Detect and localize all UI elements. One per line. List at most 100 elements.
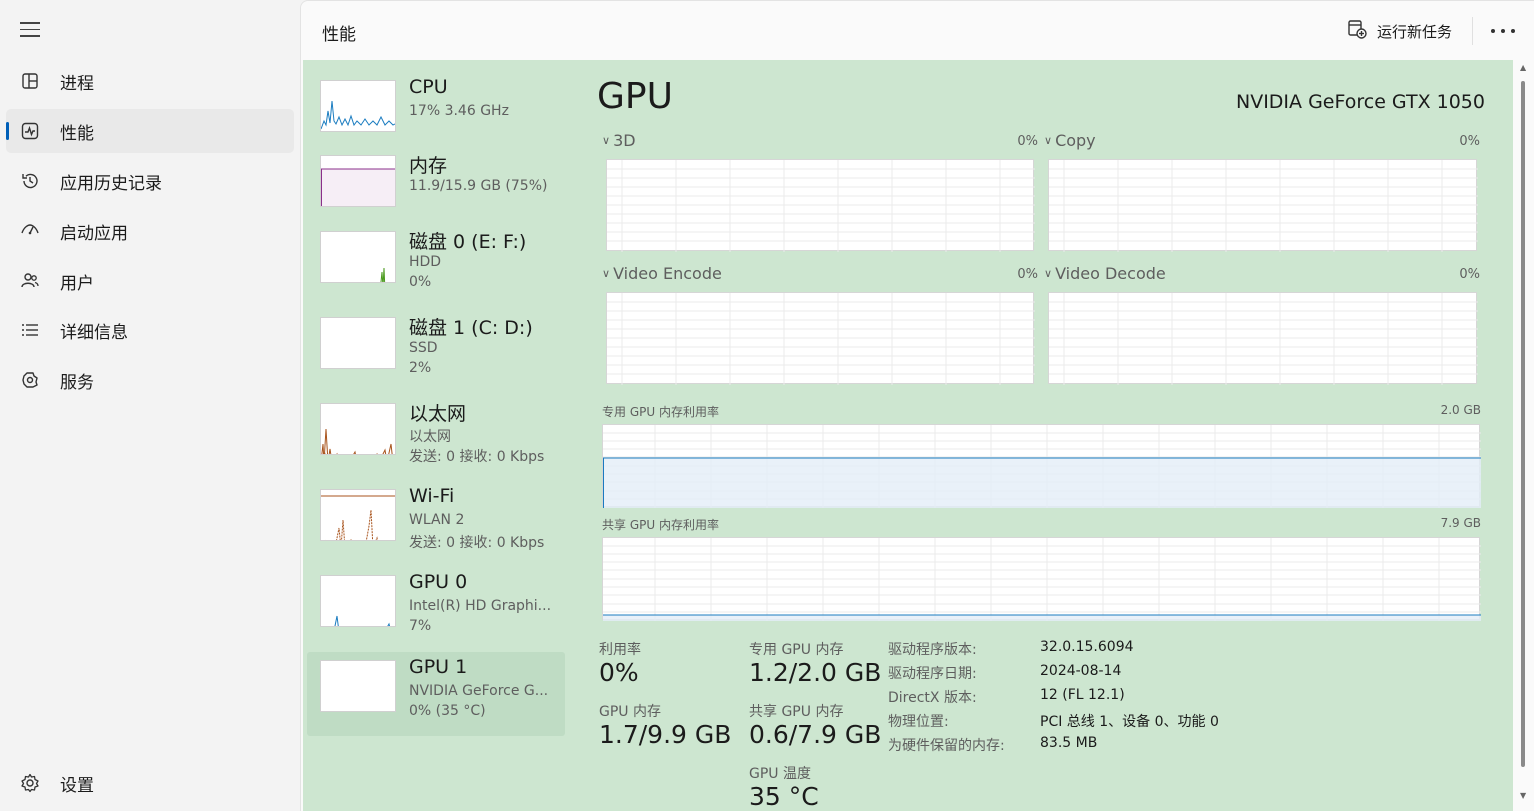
device-thumbnail <box>320 489 396 541</box>
nav-label: 详细信息 <box>60 322 128 343</box>
nav-item-settings[interactable]: 设置 <box>6 761 294 805</box>
engine-selector-copy[interactable]: ∨ Copy <box>1044 131 1096 150</box>
utilization-label: 利用率 <box>599 642 641 658</box>
nav-item-performance[interactable]: 性能 <box>6 109 294 153</box>
new-task-icon <box>1347 19 1367 43</box>
engine-pct: 0% <box>1459 267 1480 282</box>
device-thumbnail <box>320 575 396 627</box>
driver-date-label: 驱动程序日期: <box>888 666 977 682</box>
engine-pct: 0% <box>1459 134 1480 149</box>
nav-item-details[interactable]: 详细信息 <box>6 308 294 352</box>
device-name: 以太网 <box>409 403 467 425</box>
performance-content: CPU 17% 3.46 GHz 内存 11.9/15.9 GB (75%) 磁… <box>303 60 1513 811</box>
startup-icon <box>20 221 40 241</box>
device-usage: 0% <box>409 274 432 290</box>
engine-label: Copy <box>1055 131 1096 150</box>
scrollbar-thumb[interactable] <box>1521 81 1525 767</box>
device-wifi[interactable]: Wi-Fi WLAN 2 发送: 0 接收: 0 Kbps <box>307 481 565 563</box>
device-disk-1[interactable]: 磁盘 1 (C: D:) SSD 2% <box>307 309 565 391</box>
device-detail: HDD <box>409 254 442 270</box>
details-icon <box>20 320 40 340</box>
nav-label: 设置 <box>60 775 94 796</box>
gpu-mem-stat-label: GPU 内存 <box>599 704 661 720</box>
device-thumbnail <box>320 155 396 207</box>
device-name: 磁盘 1 (C: D:) <box>409 317 533 339</box>
directx-version-value: 12 (FL 12.1) <box>1040 687 1125 703</box>
engine-label: Video Decode <box>1055 264 1166 283</box>
device-ethernet[interactable]: 以太网 以太网 发送: 0 接收: 0 Kbps <box>307 395 565 477</box>
device-detail: 17% 3.46 GHz <box>409 103 509 119</box>
scroll-down-arrow-icon[interactable]: ▼ <box>1520 791 1526 800</box>
device-thumbnail <box>320 231 396 283</box>
device-disk-0[interactable]: 磁盘 0 (E: F:) HDD 0% <box>307 223 565 305</box>
gpu-temp-value: 35 °C <box>749 782 819 811</box>
nav-item-app-history[interactable]: 应用历史记录 <box>6 159 294 203</box>
device-cpu[interactable]: CPU 17% 3.46 GHz <box>307 72 565 154</box>
page-title: 性能 <box>322 25 356 45</box>
device-usage: 2% <box>409 360 432 376</box>
chevron-down-icon: ∨ <box>1044 267 1053 280</box>
engine-graph-video-encode <box>606 292 1035 385</box>
scroll-up-arrow-icon[interactable]: ▲ <box>1520 63 1526 72</box>
more-options-icon[interactable] <box>1491 21 1515 41</box>
header-separator <box>1472 17 1473 45</box>
nav-label: 启动应用 <box>60 223 128 244</box>
reserved-memory-value: 83.5 MB <box>1040 735 1098 751</box>
driver-version-label: 驱动程序版本: <box>888 642 977 658</box>
nav-label: 性能 <box>60 123 94 144</box>
chevron-down-icon: ∨ <box>602 134 611 147</box>
chevron-down-icon: ∨ <box>602 267 611 280</box>
gpu-model: NVIDIA GeForce GTX 1050 <box>1235 91 1485 113</box>
nav-item-startup-apps[interactable]: 启动应用 <box>6 209 294 253</box>
device-name: GPU 1 <box>409 656 468 678</box>
shared-mem-graph <box>602 537 1481 621</box>
device-usage: 7% <box>409 618 432 634</box>
nav-label: 用户 <box>60 273 94 294</box>
history-icon <box>20 171 40 191</box>
device-usage: 0% (35 °C) <box>409 703 486 719</box>
dedicated-mem-max: 2.0 GB <box>1440 403 1481 417</box>
engine-selector-3d[interactable]: ∨ 3D <box>602 131 636 150</box>
nav-pane: 进程 性能 应用历史记录 启动应用 用户 详细信息 服务 设置 <box>0 0 300 811</box>
device-name: Wi-Fi <box>409 485 455 507</box>
device-detail: SSD <box>409 340 438 356</box>
run-new-task-button[interactable]: 运行新任务 <box>1347 19 1452 43</box>
directx-version-label: DirectX 版本: <box>888 690 977 706</box>
engine-selector-video-encode[interactable]: ∨ Video Encode <box>602 264 722 283</box>
device-memory[interactable]: 内存 11.9/15.9 GB (75%) <box>307 147 565 229</box>
nav-item-processes[interactable]: 进程 <box>6 59 294 103</box>
physical-location-label: 物理位置: <box>888 714 949 730</box>
dedicated-mem-stat-value: 1.2/2.0 GB <box>749 658 882 687</box>
engine-selector-video-decode[interactable]: ∨ Video Decode <box>1044 264 1166 283</box>
engine-pct: 0% <box>1017 134 1038 149</box>
device-detail: Intel(R) HD Graphi... <box>409 598 552 614</box>
device-thumbnail <box>320 317 396 369</box>
main-panel: 性能 运行新任务 CPU 17% 3.46 GHz 内存 11.9/15.9 G… <box>300 0 1534 811</box>
device-detail: NVIDIA GeForce G... <box>409 683 549 699</box>
nav-item-users[interactable]: 用户 <box>6 259 294 303</box>
users-icon <box>20 271 40 291</box>
scrollbar[interactable] <box>1521 79 1527 769</box>
engine-pct: 0% <box>1017 267 1038 282</box>
chevron-down-icon: ∨ <box>1044 134 1053 147</box>
device-thumbnail <box>320 403 396 455</box>
engine-graph-video-decode <box>1048 292 1478 385</box>
processes-icon <box>20 71 40 91</box>
hamburger-menu-icon[interactable] <box>20 22 40 38</box>
device-name: CPU <box>409 76 448 98</box>
driver-date-value: 2024-08-14 <box>1040 663 1122 679</box>
device-gpu-0[interactable]: GPU 0 Intel(R) HD Graphi... 7% <box>307 567 565 649</box>
header: 性能 运行新任务 <box>301 1 1534 59</box>
engine-graph-3d <box>606 159 1035 252</box>
shared-mem-stat-value: 0.6/7.9 GB <box>749 720 882 749</box>
performance-icon <box>20 121 40 141</box>
engine-label: Video Encode <box>613 264 722 283</box>
shared-mem-label: 共享 GPU 内存利用率 <box>602 518 719 532</box>
dedicated-mem-graph <box>602 424 1481 508</box>
device-gpu-1[interactable]: GPU 1 NVIDIA GeForce G... 0% (35 °C) <box>307 652 565 736</box>
nav-item-services[interactable]: 服务 <box>6 358 294 402</box>
device-usage: 发送: 0 接收: 0 Kbps <box>409 535 545 551</box>
gear-icon <box>20 773 40 793</box>
device-name: GPU 0 <box>409 571 468 593</box>
engine-graph-copy <box>1048 159 1478 252</box>
